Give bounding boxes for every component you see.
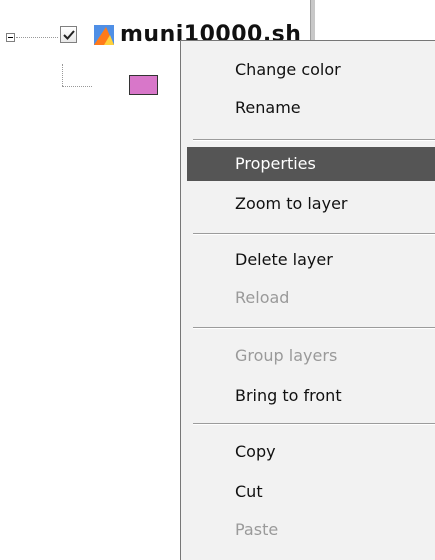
menu-item-paste[interactable]: Paste <box>187 513 435 547</box>
menu-item-zoom-to-layer[interactable]: Zoom to layer <box>187 187 435 221</box>
tree-connector-line <box>16 37 58 38</box>
menu-item-rename[interactable]: Rename <box>187 91 435 125</box>
menu-item-properties[interactable]: Properties <box>187 147 435 181</box>
menu-separator <box>193 139 435 141</box>
menu-item-reload[interactable]: Reload <box>187 281 435 315</box>
polygon-layer-icon <box>94 25 114 45</box>
tree-connector-line <box>62 64 63 86</box>
menu-item-cut[interactable]: Cut <box>187 475 435 509</box>
menu-separator <box>193 423 435 425</box>
menu-item-copy[interactable]: Copy <box>187 435 435 469</box>
menu-item-group-layers[interactable]: Group layers <box>187 339 435 373</box>
legend-color-swatch[interactable] <box>129 75 158 95</box>
menu-item-change-color[interactable]: Change color <box>187 53 435 87</box>
context-menu: Change color Rename Properties Zoom to l… <box>180 40 435 560</box>
menu-item-bring-to-front[interactable]: Bring to front <box>187 379 435 413</box>
menu-separator <box>193 327 435 329</box>
layer-visibility-checkbox[interactable] <box>60 26 77 43</box>
menu-separator <box>193 233 435 235</box>
collapse-toggle[interactable] <box>6 33 15 42</box>
menu-item-delete-layer[interactable]: Delete layer <box>187 243 435 277</box>
checkmark-icon <box>63 30 75 40</box>
tree-connector-line <box>62 86 92 87</box>
